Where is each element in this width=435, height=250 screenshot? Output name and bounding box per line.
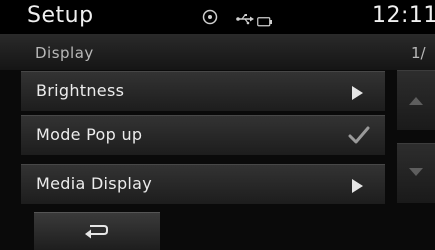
back-arrow-icon <box>83 222 111 244</box>
checkmark-icon[interactable] <box>347 124 371 150</box>
scroll-up-icon <box>409 97 423 105</box>
scroll-up-button[interactable] <box>397 70 435 130</box>
screen-title: Setup <box>27 3 94 28</box>
status-bar: Setup 12:11 <box>0 0 435 34</box>
battery-icon <box>257 12 273 31</box>
scroll-down-icon <box>409 168 423 176</box>
menu-item-media-display[interactable]: Media Display <box>21 164 385 204</box>
usb-icon <box>236 10 254 29</box>
menu-item-label: Media Display <box>36 174 153 193</box>
page-indicator: 1/ <box>411 44 426 62</box>
subheader: Display 1/ <box>0 34 435 70</box>
section-title: Display <box>35 44 94 62</box>
arrow-right-icon <box>352 86 363 100</box>
arrow-right-icon <box>352 179 363 193</box>
scroll-down-button[interactable] <box>397 143 435 203</box>
disc-icon <box>202 9 218 29</box>
menu-item-brightness[interactable]: Brightness <box>21 71 385 111</box>
clock: 12:11 <box>372 3 435 28</box>
menu-item-label: Mode Pop up <box>36 125 143 144</box>
back-button[interactable] <box>34 212 160 250</box>
menu-item-mode-pop-up[interactable]: Mode Pop up <box>21 115 385 155</box>
menu-item-label: Brightness <box>36 81 125 100</box>
